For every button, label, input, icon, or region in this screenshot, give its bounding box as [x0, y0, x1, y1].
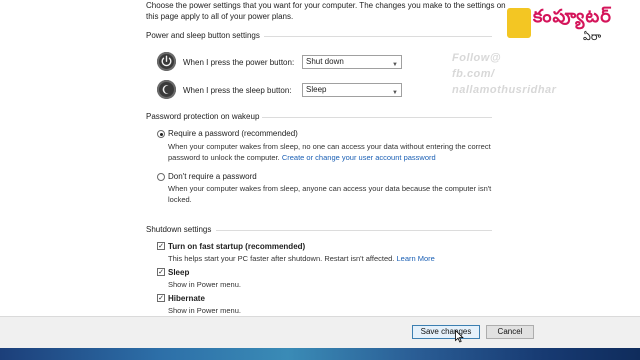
fast-startup-desc-line: This helps start your PC faster after sh…: [168, 253, 435, 264]
sleep-button-label: When I press the sleep button:: [183, 86, 292, 95]
require-password-desc-end: password to unlock the computer.: [168, 153, 280, 162]
sleep-checkbox[interactable]: ✓: [157, 268, 165, 276]
watermark-line-2: fb.com/: [452, 68, 495, 80]
fast-startup-checkbox[interactable]: ✓: [157, 242, 165, 250]
hibernate-checkbox[interactable]: ✓: [157, 294, 165, 302]
moon-icon: [157, 80, 176, 99]
power-icon: [157, 52, 176, 71]
hibernate-label[interactable]: Hibernate: [168, 294, 205, 303]
password-section-title: Password protection on wakeup: [146, 112, 260, 121]
dont-require-password-radio[interactable]: [157, 173, 165, 181]
check-icon: ✓: [158, 295, 164, 302]
check-icon: ✓: [158, 243, 164, 250]
intro-text: Choose the power settings that you want …: [146, 1, 506, 21]
button-bar: [0, 316, 640, 349]
sleep-button-value: Sleep: [306, 85, 327, 94]
require-password-desc-line-2: password to unlock the computer. Create …: [168, 152, 436, 163]
power-button-select[interactable]: Shut down ▼: [302, 55, 402, 69]
hibernate-desc: Show in Power menu.: [168, 306, 241, 315]
sleep-label[interactable]: Sleep: [168, 268, 189, 277]
change-password-link[interactable]: Create or change your user account passw…: [282, 153, 436, 162]
sleep-button-select[interactable]: Sleep ▼: [302, 83, 402, 97]
power-button-label: When I press the power button:: [183, 58, 295, 67]
fast-startup-label[interactable]: Turn on fast startup (recommended): [168, 242, 305, 251]
fast-startup-desc: This helps start your PC faster after sh…: [168, 254, 395, 263]
require-password-label[interactable]: Require a password (recommended): [168, 129, 298, 138]
dont-require-password-desc-end: locked.: [168, 195, 192, 204]
chevron-down-icon: ▼: [392, 90, 398, 96]
watermark-line-3: nallamothusridhar: [452, 84, 557, 96]
learn-more-link[interactable]: Learn More: [397, 254, 435, 263]
logo-subtext: ఏరా: [583, 30, 602, 43]
power-sleep-section-title: Power and sleep button settings: [146, 31, 260, 40]
desktop-background: [0, 348, 640, 360]
section-divider: [264, 36, 492, 37]
check-icon: ✓: [158, 269, 164, 276]
shutdown-section-title: Shutdown settings: [146, 225, 212, 234]
dont-require-password-label[interactable]: Don't require a password: [168, 172, 257, 181]
sleep-desc: Show in Power menu.: [168, 280, 241, 289]
cancel-button[interactable]: Cancel: [486, 325, 534, 339]
section-divider: [216, 230, 492, 231]
mouse-pointer-icon: [455, 329, 464, 348]
chevron-down-icon: ▼: [392, 62, 398, 68]
logo-text: కంప్యూటర్: [533, 6, 612, 27]
site-logo: కంప్యూటర్ ఏరా: [505, 4, 631, 44]
power-button-value: Shut down: [306, 57, 344, 66]
require-password-radio[interactable]: [157, 130, 165, 138]
save-changes-button[interactable]: Save changes: [412, 325, 480, 339]
require-password-desc: When your computer wakes from sleep, no …: [168, 142, 491, 151]
logo-badge-icon: [507, 8, 531, 38]
watermark-line-1: Follow@: [452, 52, 502, 64]
dont-require-password-desc: When your computer wakes from sleep, any…: [168, 184, 492, 193]
section-divider: [262, 117, 492, 118]
